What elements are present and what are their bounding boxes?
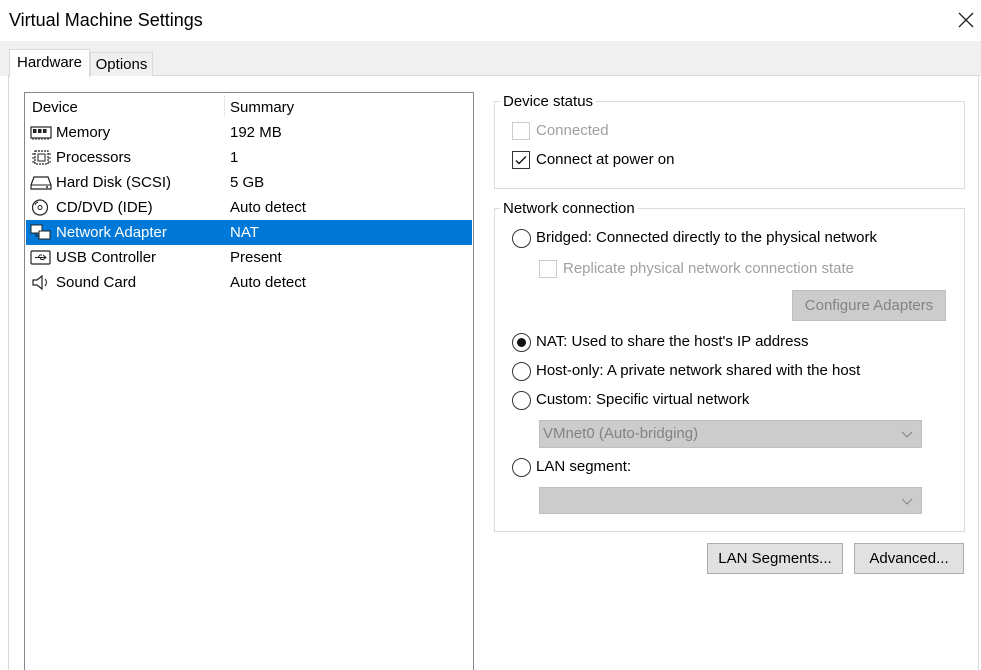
device-row-cd-dvd[interactable]: CD/DVD (IDE) Auto detect xyxy=(26,195,472,220)
close-button[interactable] xyxy=(952,6,980,34)
lan-segment-label: LAN segment: xyxy=(536,458,632,475)
lan-segment-radio[interactable] xyxy=(512,458,531,477)
device-status-group xyxy=(494,101,965,189)
column-header-device[interactable]: Device xyxy=(32,99,78,119)
tab-hardware[interactable]: Hardware xyxy=(9,49,90,77)
advanced-button[interactable]: Advanced... xyxy=(854,543,964,574)
chevron-down-icon xyxy=(901,431,913,438)
tab-panel-border xyxy=(8,75,980,76)
host-only-label: Host-only: A private network shared with… xyxy=(536,362,861,379)
close-icon xyxy=(958,12,974,28)
network-adapter-icon xyxy=(30,224,51,240)
device-summary: NAT xyxy=(230,224,259,241)
device-summary: 192 MB xyxy=(230,124,282,141)
checkmark-icon xyxy=(515,156,527,165)
replicate-checkbox[interactable] xyxy=(539,260,557,278)
custom-network-dropdown[interactable]: VMnet0 (Auto-bridging) xyxy=(539,420,922,448)
device-row-processors[interactable]: Processors 1 xyxy=(26,145,472,170)
replicate-label: Replicate physical network connection st… xyxy=(563,260,854,277)
device-name: Network Adapter xyxy=(56,224,167,241)
device-summary: Auto detect xyxy=(230,274,306,291)
connect-power-on-label: Connect at power on xyxy=(536,151,675,168)
tab-panel-border-right xyxy=(978,75,979,670)
device-row-hard-disk[interactable]: Hard Disk (SCSI) 5 GB xyxy=(26,170,472,195)
configure-adapters-button[interactable]: Configure Adapters xyxy=(792,290,946,321)
nat-label: NAT: Used to share the host's IP address xyxy=(536,333,809,350)
speaker-icon xyxy=(32,274,47,291)
device-summary: Auto detect xyxy=(230,199,306,216)
bridged-radio[interactable] xyxy=(512,229,531,248)
memory-icon xyxy=(30,126,52,140)
tab-panel-border-left xyxy=(8,75,9,670)
device-name: USB Controller xyxy=(56,249,157,266)
host-only-radio[interactable] xyxy=(512,362,531,381)
connected-label: Connected xyxy=(536,122,609,139)
column-separator[interactable] xyxy=(224,95,225,117)
processor-icon xyxy=(32,150,51,165)
cd-dvd-icon xyxy=(31,199,49,216)
dropdown-value: VMnet0 (Auto-bridging) xyxy=(543,425,699,442)
device-row-sound-card[interactable]: Sound Card Auto detect xyxy=(26,270,472,295)
device-name: Processors xyxy=(56,149,132,166)
custom-radio[interactable] xyxy=(512,391,531,410)
device-status-label: Device status xyxy=(500,93,597,110)
connected-checkbox[interactable] xyxy=(512,122,530,140)
device-summary: Present xyxy=(230,249,282,266)
device-row-memory[interactable]: Memory 192 MB xyxy=(26,120,472,145)
connect-power-on-checkbox[interactable] xyxy=(512,151,530,169)
lan-segments-button[interactable]: LAN Segments... xyxy=(707,543,843,574)
nat-radio[interactable] xyxy=(512,333,531,352)
device-name: Hard Disk (SCSI) xyxy=(56,174,172,191)
device-summary: 1 xyxy=(230,149,239,166)
usb-icon xyxy=(30,250,51,265)
device-name: Memory xyxy=(56,124,111,141)
column-header-summary[interactable]: Summary xyxy=(230,99,294,119)
device-row-network-adapter[interactable]: Network Adapter NAT xyxy=(26,220,472,245)
radio-selected-dot xyxy=(517,338,526,347)
chevron-down-icon xyxy=(901,498,913,505)
device-row-usb-controller[interactable]: USB Controller Present xyxy=(26,245,472,270)
tab-options[interactable]: Options xyxy=(90,52,153,76)
custom-label: Custom: Specific virtual network xyxy=(536,391,750,408)
network-connection-label: Network connection xyxy=(500,200,638,217)
hard-disk-icon xyxy=(30,176,52,190)
device-name: CD/DVD (IDE) xyxy=(56,199,153,216)
bridged-label: Bridged: Connected directly to the physi… xyxy=(536,229,878,246)
window-title: Virtual Machine Settings xyxy=(9,10,203,30)
device-name: Sound Card xyxy=(56,274,137,291)
device-list[interactable]: Device Summary Memory 192 MB Processors … xyxy=(24,92,474,670)
lan-segment-dropdown[interactable] xyxy=(539,487,922,514)
device-summary: 5 GB xyxy=(230,174,265,191)
